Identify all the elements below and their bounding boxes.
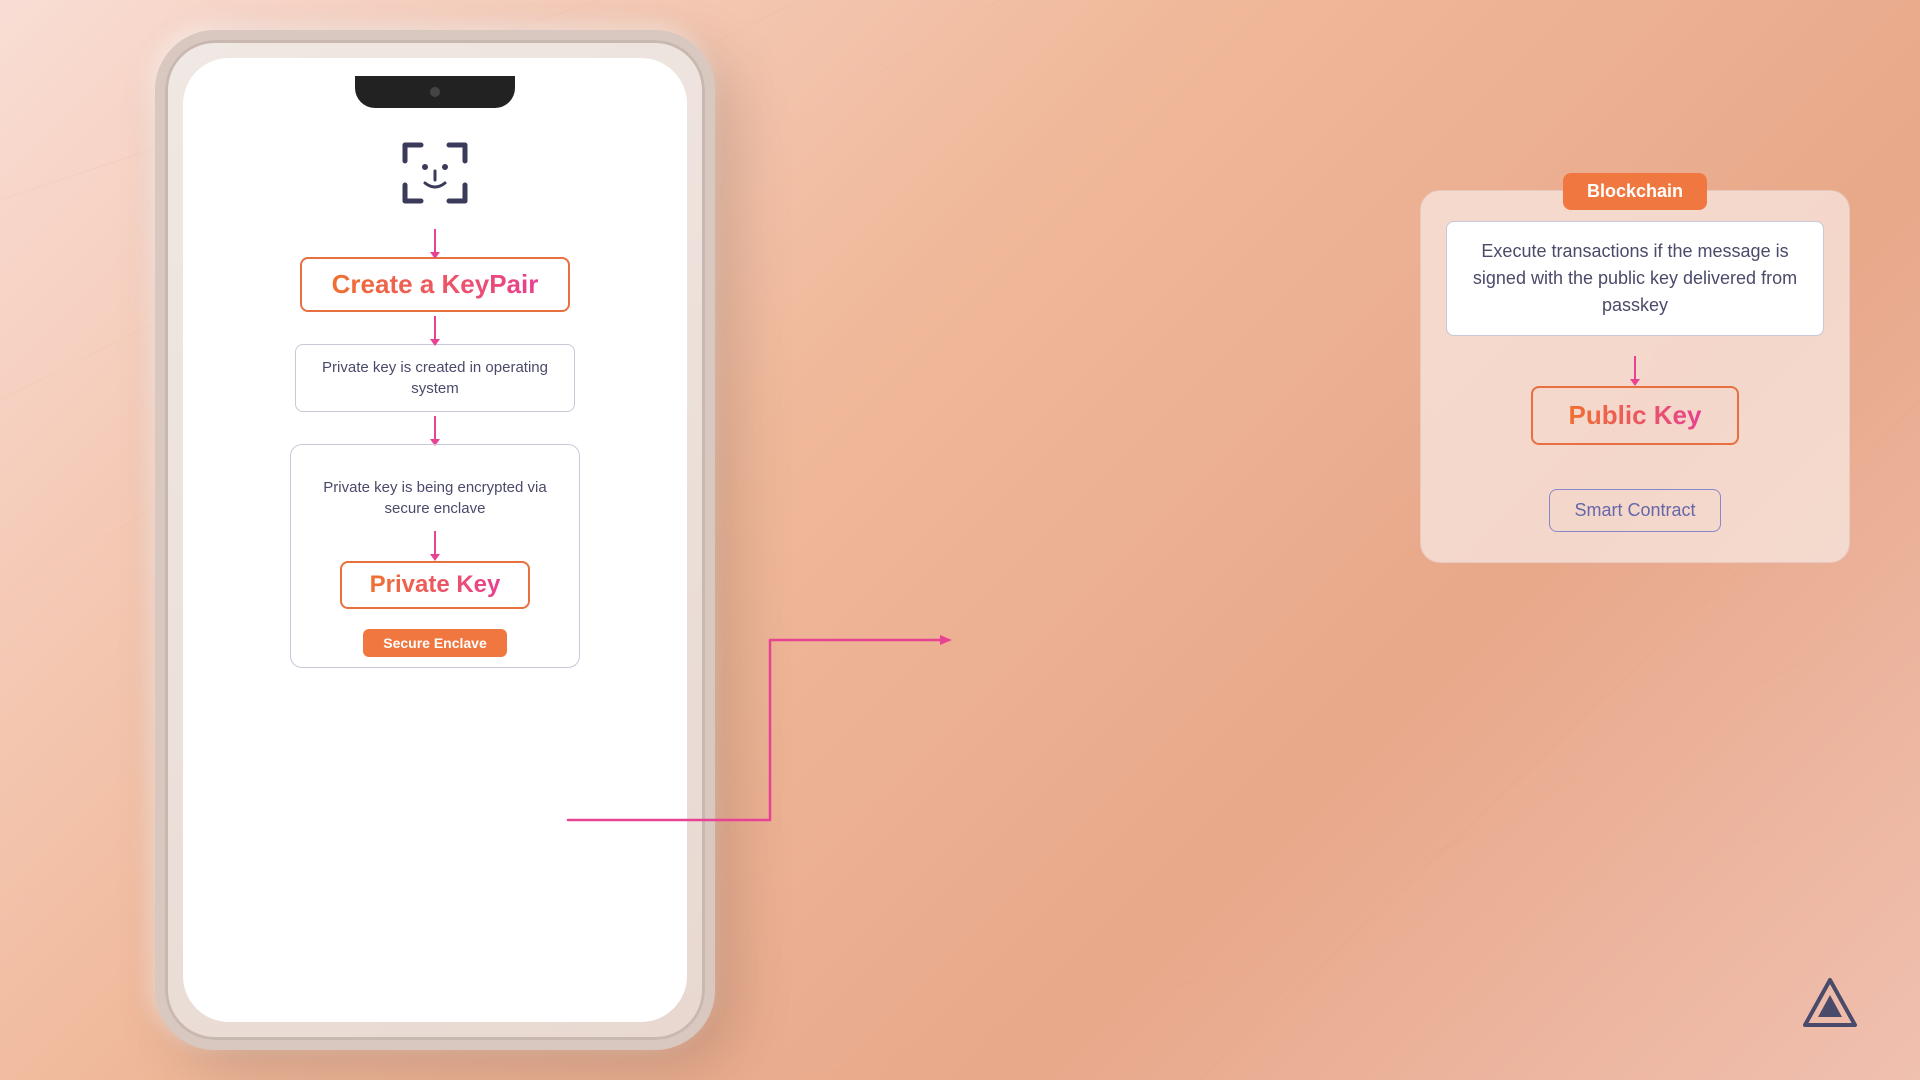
private-key-created-text: Private key is created in operating syst…	[322, 359, 548, 397]
private-key-box: Private Key	[340, 561, 531, 609]
phone-body: Create a KeyPair Private key is created …	[155, 30, 715, 1050]
blockchain-badge: Blockchain	[1563, 173, 1707, 210]
arrow-info-to-public-key	[1634, 356, 1636, 380]
phone-notch	[355, 76, 515, 108]
blockchain-info-box: Execute transactions if the message is s…	[1446, 221, 1824, 336]
phone-btn-vol-down	[155, 360, 159, 440]
arrow-faceid-to-keypair	[434, 229, 436, 253]
notch-camera	[430, 87, 440, 97]
encrypted-text: Private key is being encrypted via secur…	[323, 479, 546, 517]
keypair-label: Create a KeyPair	[332, 269, 539, 299]
phone-screen: Create a KeyPair Private key is created …	[183, 58, 687, 1022]
private-key-label: Private Key	[370, 571, 501, 598]
arrow-created-to-enclave	[434, 416, 436, 440]
logo-container	[1800, 975, 1860, 1040]
arrow-keypair-to-created	[434, 316, 436, 340]
phone-btn-power	[711, 260, 715, 380]
screen-content: Create a KeyPair Private key is created …	[213, 78, 657, 992]
smart-contract-label: Smart Contract	[1574, 500, 1695, 520]
blockchain-content: Execute transactions if the message is s…	[1446, 221, 1824, 532]
smart-contract-box: Smart Contract	[1549, 489, 1720, 532]
private-key-created-box: Private key is created in operating syst…	[295, 344, 575, 412]
arrow-encrypted-to-private-key	[434, 531, 436, 555]
encrypted-text-box: Private key is being encrypted via secur…	[311, 469, 559, 527]
phone-btn-silent	[155, 190, 159, 240]
face-id-icon	[395, 133, 475, 213]
secure-enclave-badge: Secure Enclave	[363, 629, 507, 657]
keypair-box: Create a KeyPair	[300, 257, 571, 312]
phone: Create a KeyPair Private key is created …	[155, 30, 715, 1050]
public-key-label: Public Key	[1569, 400, 1702, 430]
phone-btn-vol-up	[155, 260, 159, 340]
secure-enclave-group: Private key is being encrypted via secur…	[290, 444, 580, 668]
public-key-box: Public Key	[1531, 386, 1740, 445]
blockchain-panel: Blockchain Execute transactions if the m…	[1420, 190, 1850, 563]
alchemy-logo	[1800, 975, 1860, 1035]
blockchain-info-text: Execute transactions if the message is s…	[1473, 241, 1797, 315]
